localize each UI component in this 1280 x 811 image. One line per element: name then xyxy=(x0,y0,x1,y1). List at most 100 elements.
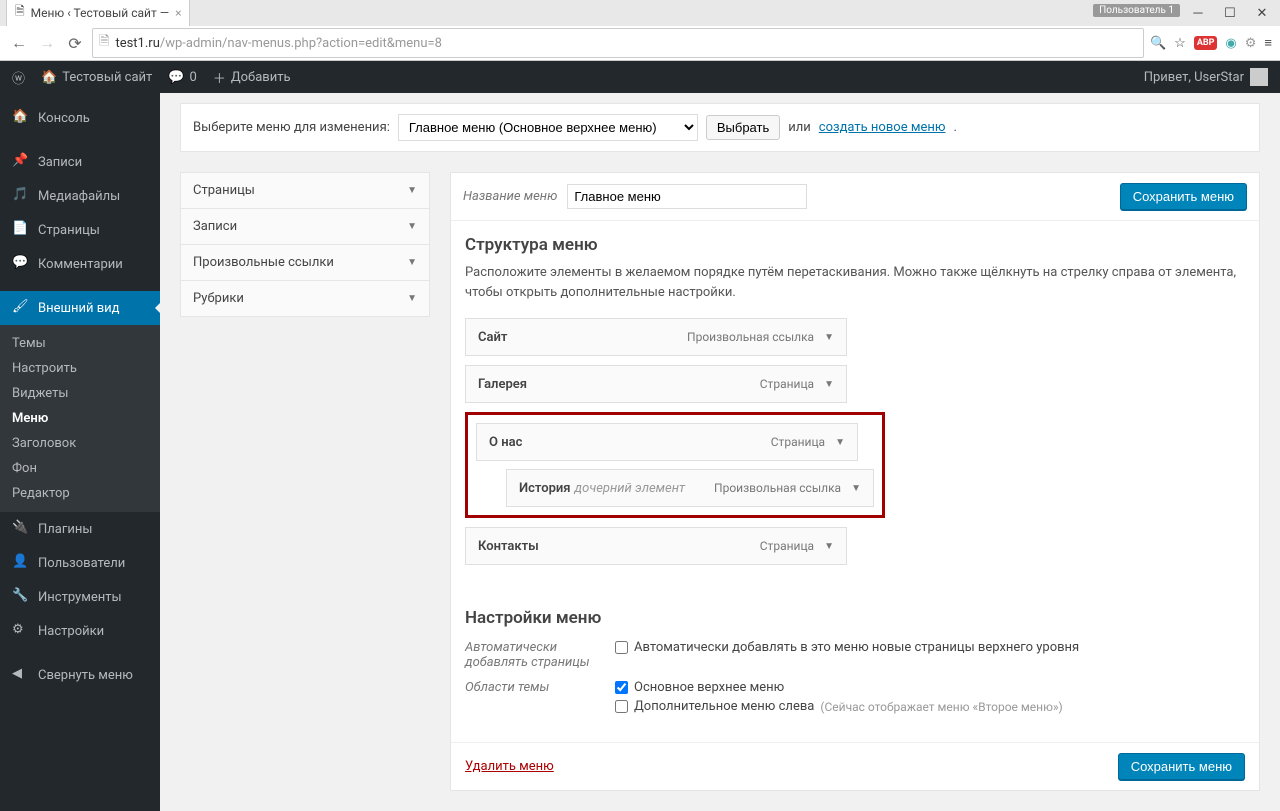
media-icon: 🎵 xyxy=(12,187,30,205)
nav-back-button[interactable]: ← xyxy=(8,32,30,54)
comments-icon: 💬 xyxy=(12,255,30,273)
sidebar-collapse[interactable]: ◀Свернуть меню xyxy=(0,658,160,692)
hamburger-icon[interactable]: ≡ xyxy=(1264,35,1272,51)
plus-icon: ＋ xyxy=(213,68,226,87)
sidebar-item-posts[interactable]: 📌Записи xyxy=(0,145,160,179)
home-icon: 🏠 xyxy=(41,70,57,85)
comments-link[interactable]: 💬 0 xyxy=(168,70,197,85)
submenu-menus[interactable]: Меню xyxy=(0,406,160,431)
appearance-submenu: Темы Настроить Виджеты Меню Заголовок Фо… xyxy=(0,325,160,512)
accordion-posts[interactable]: Записи▼ xyxy=(181,209,429,244)
accordion-links[interactable]: Произвольные ссылки▼ xyxy=(181,245,429,280)
chevron-down-icon: ▼ xyxy=(824,332,834,343)
tab-title: Меню ‹ Тестовый сайт — xyxy=(31,6,169,20)
structure-hint: Расположите элементы в желаемом порядке … xyxy=(465,263,1245,302)
auto-add-label: Автоматически добавлять страницы xyxy=(465,640,595,670)
main-content: Выберите меню для изменения: Главное мен… xyxy=(160,93,1280,811)
nav-forward-button[interactable]: → xyxy=(36,32,58,54)
users-icon: 👤 xyxy=(12,554,30,572)
admin-sidebar: 🏠Консоль 📌Записи 🎵Медиафайлы 📄Страницы 💬… xyxy=(0,93,160,811)
loc-main-checkbox[interactable] xyxy=(615,681,628,694)
sidebar-item-settings[interactable]: ⚙Настройки xyxy=(0,614,160,648)
wp-logo-icon[interactable]: ⓦ xyxy=(12,68,25,87)
zoom-icon[interactable]: 🔍 xyxy=(1150,36,1166,51)
chevron-down-icon: ▼ xyxy=(824,379,834,390)
nav-reload-button[interactable]: ⟳ xyxy=(64,32,86,54)
chevron-down-icon: ▼ xyxy=(824,541,834,552)
dashboard-icon: 🏠 xyxy=(12,109,30,127)
menu-selector-bar: Выберите меню для изменения: Главное мен… xyxy=(180,103,1260,152)
sidebar-item-plugins[interactable]: 🔌Плагины xyxy=(0,512,160,546)
submenu-widgets[interactable]: Виджеты xyxy=(0,381,160,406)
sidebar-item-tools[interactable]: 🔧Инструменты xyxy=(0,580,160,614)
menu-item-contacts[interactable]: Контакты Страница▼ xyxy=(465,527,847,565)
brush-icon: 🖌 xyxy=(12,299,30,317)
chevron-down-icon: ▼ xyxy=(407,185,417,196)
accordion-pages[interactable]: Страницы▼ xyxy=(181,173,429,208)
chevron-down-icon: ▼ xyxy=(835,437,845,448)
tab-close-icon[interactable]: × xyxy=(175,6,181,20)
browser-chrome: Пользователь 1 ─ ☐ ✕ 🗎 Меню ‹ Тестовый с… xyxy=(0,0,1280,61)
delete-menu-link[interactable]: Удалить меню xyxy=(465,759,554,774)
settings-icon: ⚙ xyxy=(12,622,30,640)
menu-item-about[interactable]: О нас Страница▼ xyxy=(476,423,858,461)
comment-icon: 💬 xyxy=(168,70,184,85)
star-icon[interactable]: ☆ xyxy=(1174,36,1186,51)
browser-tab[interactable]: 🗎 Меню ‹ Тестовый сайт — × xyxy=(6,0,190,26)
plugin-icon: 🔌 xyxy=(12,520,30,538)
loc-main-checkbox-label[interactable]: Основное верхнее меню xyxy=(615,680,1245,695)
sidebar-item-media[interactable]: 🎵Медиафайлы xyxy=(0,179,160,213)
abp-icon[interactable]: ABP xyxy=(1194,36,1218,50)
menu-editor: Название меню Сохранить меню Структура м… xyxy=(450,172,1260,791)
page-icon: 🗎 xyxy=(15,2,25,23)
menu-name-input[interactable] xyxy=(567,184,807,209)
user-badge: Пользователь 1 xyxy=(1093,4,1180,17)
sidebar-item-dashboard[interactable]: 🏠Консоль xyxy=(0,101,160,135)
sidebar-item-appearance[interactable]: 🖌Внешний вид xyxy=(0,291,160,325)
submenu-themes[interactable]: Темы xyxy=(0,331,160,356)
loc-side-checkbox[interactable] xyxy=(615,700,628,713)
menu-item-gallery[interactable]: Галерея Страница▼ xyxy=(465,365,847,403)
selector-label: Выберите меню для изменения: xyxy=(193,120,390,135)
theme-location-label: Области темы xyxy=(465,680,595,718)
auto-add-checkbox[interactable] xyxy=(615,641,628,654)
submenu-background[interactable]: Фон xyxy=(0,456,160,481)
add-new-link[interactable]: ＋ Добавить xyxy=(213,68,291,87)
save-menu-button-bottom[interactable]: Сохранить меню xyxy=(1118,753,1245,780)
save-menu-button-top[interactable]: Сохранить меню xyxy=(1120,183,1247,210)
sidebar-item-comments[interactable]: 💬Комментарии xyxy=(0,247,160,281)
pages-icon: 📄 xyxy=(12,221,30,239)
tools-icon: 🔧 xyxy=(12,588,30,606)
loc-side-checkbox-label[interactable]: Дополнительное меню слева (Сейчас отобра… xyxy=(615,699,1245,714)
site-name-link[interactable]: 🏠 Тестовый сайт xyxy=(41,70,152,85)
auto-add-checkbox-label[interactable]: Автоматически добавлять в это меню новые… xyxy=(615,640,1245,655)
menu-item-history[interactable]: Историядочерний элемент Произвольная ссы… xyxy=(506,469,874,507)
wp-admin-bar: ⓦ 🏠 Тестовый сайт 💬 0 ＋ Добавить Привет,… xyxy=(0,61,1280,93)
menu-select-dropdown[interactable]: Главное меню (Основное верхнее меню) xyxy=(398,114,698,141)
submenu-editor[interactable]: Редактор xyxy=(0,481,160,506)
window-minimize[interactable]: ─ xyxy=(1188,4,1208,22)
pin-icon: 📌 xyxy=(12,153,30,171)
menu-item-site[interactable]: Сайт Произвольная ссылка▼ xyxy=(465,318,847,356)
submenu-customize[interactable]: Настроить xyxy=(0,356,160,381)
chevron-down-icon: ▼ xyxy=(407,221,417,232)
submenu-header[interactable]: Заголовок xyxy=(0,431,160,456)
sidebar-item-pages[interactable]: 📄Страницы xyxy=(0,213,160,247)
menu-icon[interactable]: ⚙ xyxy=(1245,36,1257,51)
sidebar-item-users[interactable]: 👤Пользователи xyxy=(0,546,160,580)
menu-name-label: Название меню xyxy=(463,189,557,204)
create-menu-link[interactable]: создать новое меню xyxy=(819,120,946,135)
window-maximize[interactable]: ☐ xyxy=(1220,4,1240,22)
chevron-down-icon: ▼ xyxy=(851,483,861,494)
window-close[interactable]: ✕ xyxy=(1252,4,1272,22)
ext-icon[interactable]: ◉ xyxy=(1225,36,1236,51)
accordion-categories[interactable]: Рубрики▼ xyxy=(181,281,429,316)
chevron-down-icon: ▼ xyxy=(407,293,417,304)
settings-heading: Настройки меню xyxy=(465,608,1245,628)
structure-heading: Структура меню xyxy=(465,235,1245,255)
chevron-down-icon: ▼ xyxy=(407,257,417,268)
choose-button[interactable]: Выбрать xyxy=(706,115,780,140)
account-link[interactable]: Привет, UserStar xyxy=(1144,68,1268,86)
address-bar[interactable]: 🗎 test1.ru/wp-admin/nav-menus.php?action… xyxy=(92,28,1144,58)
menu-highlight-box: О нас Страница▼ Историядочерний элемент … xyxy=(465,412,885,518)
